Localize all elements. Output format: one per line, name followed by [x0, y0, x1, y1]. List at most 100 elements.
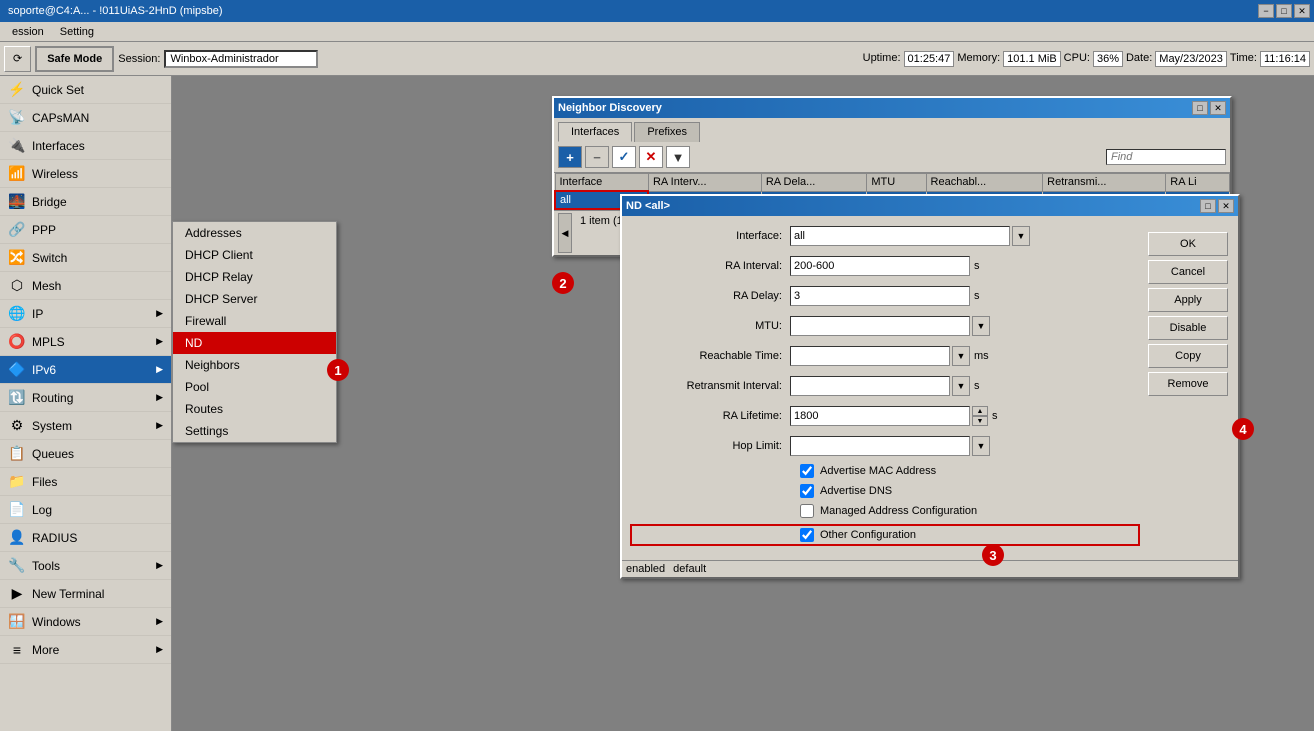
- reachable-dropdown-arrow[interactable]: ▼: [952, 346, 970, 366]
- close-button[interactable]: ✕: [1294, 4, 1310, 18]
- sidebar-item-mpls[interactable]: ⭕ MPLS ▶: [0, 328, 171, 356]
- interface-dropdown-arrow[interactable]: ▼: [1012, 226, 1030, 246]
- memory-label: Memory:: [954, 51, 1003, 67]
- sidebar-item-quick-set[interactable]: ⚡ Quick Set: [0, 76, 171, 104]
- refresh-button[interactable]: ⟳: [4, 46, 31, 72]
- title-bar-buttons: − □ ✕: [1258, 4, 1310, 18]
- toolbar: ⟳ Safe Mode Session: Uptime: 01:25:47 Me…: [0, 42, 1314, 76]
- form-row-ra-lifetime: RA Lifetime: ▲ ▼ s: [630, 404, 1140, 428]
- ra-lifetime-down[interactable]: ▼: [972, 416, 988, 426]
- sidebar-item-log[interactable]: 📄 Log: [0, 496, 171, 524]
- submenu-settings[interactable]: Settings: [173, 420, 336, 442]
- other-config-checkbox[interactable]: [800, 528, 814, 542]
- wireless-icon: 📶: [8, 165, 26, 182]
- nd-close-button[interactable]: ✕: [1210, 101, 1226, 115]
- mtu-dropdown-arrow[interactable]: ▼: [972, 316, 990, 336]
- ra-delay-input[interactable]: [790, 286, 970, 306]
- sidebar-item-mesh[interactable]: ⬡ Mesh: [0, 272, 171, 300]
- ra-interval-input[interactable]: [790, 256, 970, 276]
- session-input[interactable]: [164, 50, 318, 68]
- sidebar-item-tools[interactable]: 🔧 Tools ▶: [0, 552, 171, 580]
- submenu-addresses[interactable]: Addresses: [173, 222, 336, 244]
- sidebar-label-ppp: PPP: [32, 223, 56, 237]
- session-label: Session:: [118, 53, 160, 65]
- submenu-dhcp-relay[interactable]: DHCP Relay: [173, 266, 336, 288]
- ra-delay-unit: s: [970, 290, 980, 302]
- disable-button[interactable]: Disable: [1148, 316, 1228, 340]
- log-icon: 📄: [8, 501, 26, 518]
- dhcp-relay-label: DHCP Relay: [185, 270, 253, 284]
- cancel-button[interactable]: Cancel: [1148, 260, 1228, 284]
- addresses-label: Addresses: [185, 226, 242, 240]
- copy-button[interactable]: Copy: [1148, 344, 1228, 368]
- submenu-neighbors[interactable]: Neighbors: [173, 354, 336, 376]
- sidebar-item-switch[interactable]: 🔀 Switch: [0, 244, 171, 272]
- nd-detail-close[interactable]: ✕: [1218, 199, 1234, 213]
- badge-1: 1: [327, 359, 349, 381]
- sidebar-item-routing[interactable]: 🔃 Routing ▶: [0, 384, 171, 412]
- sidebar-item-files[interactable]: 📁 Files: [0, 468, 171, 496]
- submenu-firewall[interactable]: Firewall: [173, 310, 336, 332]
- nd-detail-minimize[interactable]: □: [1200, 199, 1216, 213]
- nd-detail-window: ND <all> □ ✕ Interface: all ▼: [620, 194, 1240, 579]
- sidebar-item-new-terminal[interactable]: ▶ New Terminal: [0, 580, 171, 608]
- ra-lifetime-input[interactable]: [790, 406, 970, 426]
- nd-form-area: Interface: all ▼ RA Interval: s: [622, 216, 1238, 560]
- pool-label: Pool: [185, 380, 209, 394]
- sidebar-item-windows[interactable]: 🪟 Windows ▶: [0, 608, 171, 636]
- mtu-input[interactable]: [790, 316, 970, 336]
- routing-arrow-icon: ▶: [156, 392, 163, 403]
- remove-button[interactable]: Remove: [1148, 372, 1228, 396]
- tab-interfaces[interactable]: Interfaces: [558, 122, 632, 142]
- form-row-ra-interval: RA Interval: s: [630, 254, 1140, 278]
- menu-setting[interactable]: Setting: [52, 24, 102, 40]
- sidebar-label-switch: Switch: [32, 251, 67, 265]
- sidebar-item-queues[interactable]: 📋 Queues: [0, 440, 171, 468]
- retransmit-dropdown-arrow[interactable]: ▼: [952, 376, 970, 396]
- sidebar-item-radius[interactable]: 👤 RADIUS: [0, 524, 171, 552]
- managed-address-checkbox[interactable]: [800, 504, 814, 518]
- ip-icon: 🌐: [8, 305, 26, 322]
- submenu-routes[interactable]: Routes: [173, 398, 336, 420]
- interface-dropdown[interactable]: all: [790, 226, 1010, 246]
- menu-session[interactable]: ession: [4, 24, 52, 40]
- advertise-dns-checkbox[interactable]: [800, 484, 814, 498]
- advertise-mac-checkbox[interactable]: [800, 464, 814, 478]
- sidebar-item-more[interactable]: ≡ More ▶: [0, 636, 171, 664]
- hop-limit-input[interactable]: [790, 436, 970, 456]
- minimize-button[interactable]: −: [1258, 4, 1274, 18]
- submenu-dhcp-client[interactable]: DHCP Client: [173, 244, 336, 266]
- reachable-input[interactable]: [790, 346, 950, 366]
- submenu-dhcp-server[interactable]: DHCP Server: [173, 288, 336, 310]
- nd-cross-button[interactable]: ✕: [639, 146, 663, 168]
- nd-add-button[interactable]: +: [558, 146, 582, 168]
- ra-lifetime-up[interactable]: ▲: [972, 406, 988, 416]
- submenu-pool[interactable]: Pool: [173, 376, 336, 398]
- sidebar-item-system[interactable]: ⚙ System ▶: [0, 412, 171, 440]
- nd-minimize-button[interactable]: □: [1192, 101, 1208, 115]
- safe-mode-button[interactable]: Safe Mode: [35, 46, 114, 72]
- badge-3: 3: [982, 544, 1004, 566]
- sidebar-item-interfaces[interactable]: 🔌 Interfaces: [0, 132, 171, 160]
- sidebar-item-ppp[interactable]: 🔗 PPP: [0, 216, 171, 244]
- scroll-left-button[interactable]: ◀: [558, 213, 572, 253]
- form-row-retransmit: Retransmit Interval: ▼ s: [630, 374, 1140, 398]
- nd-check-button[interactable]: ✓: [612, 146, 636, 168]
- tab-prefixes[interactable]: Prefixes: [634, 122, 700, 142]
- sidebar-item-ipv6[interactable]: 🔷 IPv6 ▶: [0, 356, 171, 384]
- maximize-button[interactable]: □: [1276, 4, 1292, 18]
- nd-filter-button[interactable]: ▼: [666, 146, 690, 168]
- routing-icon: 🔃: [8, 389, 26, 406]
- submenu-nd[interactable]: ND: [173, 332, 336, 354]
- sidebar-item-ip[interactable]: 🌐 IP ▶: [0, 300, 171, 328]
- sidebar-item-wireless[interactable]: 📶 Wireless: [0, 160, 171, 188]
- hop-limit-dropdown-arrow[interactable]: ▼: [972, 436, 990, 456]
- sidebar-item-bridge[interactable]: 🌉 Bridge: [0, 188, 171, 216]
- nd-find-input[interactable]: [1106, 149, 1226, 165]
- ok-button[interactable]: OK: [1148, 232, 1228, 256]
- nd-remove-button[interactable]: −: [585, 146, 609, 168]
- retransmit-input[interactable]: [790, 376, 950, 396]
- sidebar-label-mesh: Mesh: [32, 279, 61, 293]
- sidebar-item-capsman[interactable]: 📡 CAPsMAN: [0, 104, 171, 132]
- apply-button[interactable]: Apply: [1148, 288, 1228, 312]
